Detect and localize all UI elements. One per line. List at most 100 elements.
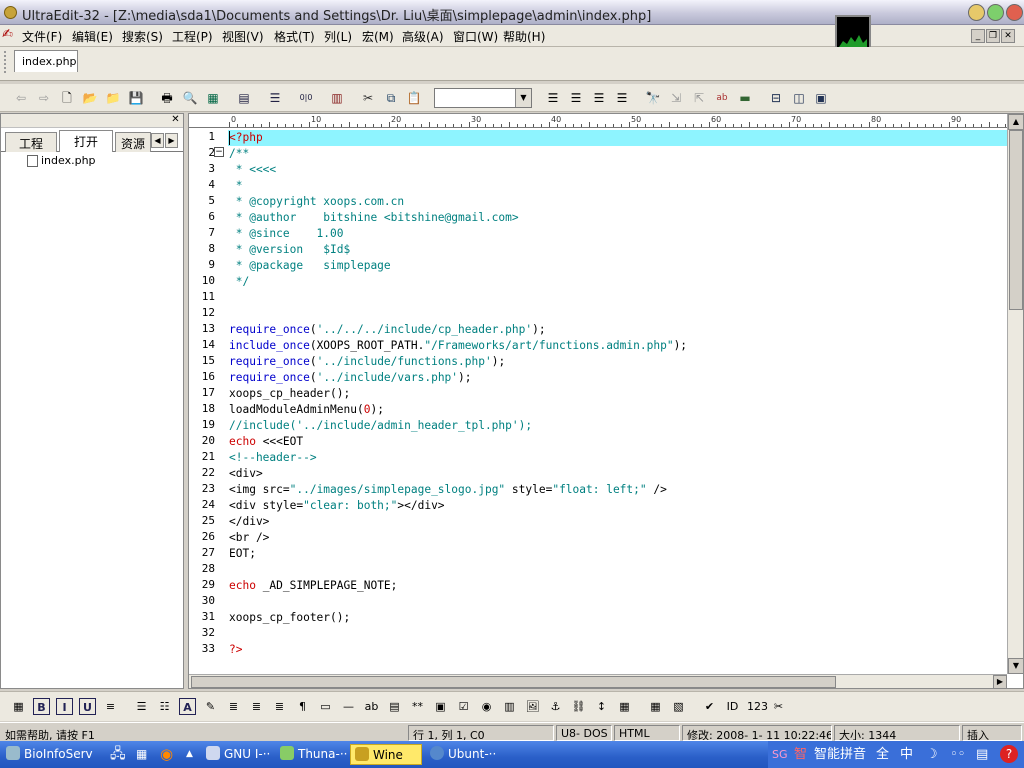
code-line[interactable]: * @package simplepage — [228, 258, 1007, 274]
table-icon[interactable]: ▦ — [647, 698, 664, 715]
align-left-icon[interactable]: ☰ — [544, 89, 562, 107]
scroll-down-icon[interactable]: ▼ — [1008, 658, 1024, 674]
frame-icon[interactable]: ▦ — [616, 698, 633, 715]
font-icon[interactable]: A — [179, 698, 196, 715]
horizontal-scrollbar[interactable]: ▶ — [189, 674, 1007, 689]
numbered-list-icon[interactable]: ☷ — [156, 698, 173, 715]
menu-format[interactable]: 格式(T) — [274, 28, 315, 45]
tab-explorer[interactable]: 资源管 — [115, 132, 151, 152]
code-line[interactable]: <div style="clear: both;"></div> — [228, 498, 1007, 514]
code-line-current[interactable]: <?php — [228, 130, 1007, 146]
ultraedit-app-icon[interactable] — [4, 6, 17, 19]
minimize-icon[interactable] — [968, 4, 985, 21]
text-field-icon[interactable]: ab — [363, 698, 380, 715]
select-icon[interactable]: ▥ — [501, 698, 518, 715]
justify-icon[interactable]: ☰ — [613, 89, 631, 107]
tab-scroll-left-icon[interactable]: ◀ — [151, 133, 164, 148]
radio-icon[interactable]: ◉ — [478, 698, 495, 715]
horizontal-scroll-thumb[interactable] — [191, 676, 836, 688]
ime-brand-icon[interactable]: 智 — [794, 744, 807, 765]
find-icon[interactable]: 🔭 — [644, 89, 662, 107]
close-icon[interactable] — [1006, 4, 1023, 21]
vertical-scrollbar[interactable]: ▲ ▼ — [1007, 114, 1024, 674]
save-icon[interactable]: 💾 — [127, 89, 145, 107]
indent-icon[interactable]: ≡ — [102, 698, 119, 715]
code-line[interactable]: </div> — [228, 514, 1007, 530]
code-area[interactable]: <?php /** * <<<< * * @copyright xoops.com… — [228, 129, 1007, 674]
quicklaunch-expand-icon[interactable]: ▲ — [182, 744, 198, 765]
network-icon[interactable]: 🖧 — [106, 744, 130, 765]
code-line[interactable]: loadModuleAdminMenu(0); — [228, 402, 1007, 418]
panel-close-icon[interactable]: ✕ — [170, 115, 181, 126]
code-line[interactable]: <div> — [228, 466, 1007, 482]
mdi-restore-icon[interactable]: ❐ — [986, 29, 1000, 43]
textarea-icon[interactable]: ▤ — [386, 698, 403, 715]
vertical-scroll-thumb[interactable] — [1009, 130, 1023, 310]
menu-help[interactable]: 帮助(H) — [503, 28, 545, 45]
tab-scroll-right-icon[interactable]: ▶ — [165, 133, 178, 148]
menu-project[interactable]: 工程(P) — [172, 28, 213, 45]
menu-column[interactable]: 列(L) — [324, 28, 352, 45]
menu-file[interactable]: 文件(F) — [22, 28, 62, 45]
chevron-down-icon[interactable]: ▼ — [515, 89, 531, 107]
code-editor[interactable]: 0 10 20 30 40 50 60 70 80 90 1 2 3 4 5 6 7 8 9 10 11 12 13 14 1… — [188, 113, 1024, 689]
spell-check-icon[interactable]: ▦ — [204, 89, 222, 107]
tree-item-index-php[interactable]: index.php — [27, 154, 96, 167]
code-line[interactable]: <img src="../images/simplepage_slogo.jpg… — [228, 482, 1007, 498]
code-line[interactable]: * <<<< — [228, 162, 1007, 178]
code-line[interactable]: require_once('../../../include/cp_header… — [228, 322, 1007, 338]
print-icon[interactable]: 🖶 — [158, 89, 176, 107]
html-page-icon[interactable]: ▦ — [10, 698, 27, 715]
calculator-icon[interactable]: ▦ — [132, 744, 154, 765]
link-icon[interactable]: ⛓ — [570, 698, 587, 715]
hex-icon[interactable]: 0|0 — [297, 89, 315, 107]
task-gnu[interactable]: GNU I-·· — [202, 744, 272, 765]
open-icon[interactable]: 📂 — [81, 89, 99, 107]
code-line[interactable]: require_once('../include/vars.php'); — [228, 370, 1007, 386]
code-line[interactable]: //include('../include/admin_header_tpl.p… — [228, 418, 1007, 434]
align-right-tag-icon[interactable]: ≣ — [271, 698, 288, 715]
font-combo[interactable]: ▼ — [434, 88, 532, 108]
forward-icon[interactable]: ⇨ — [35, 89, 53, 107]
menu-advanced[interactable]: 高级(A) — [402, 28, 444, 45]
numbers-icon[interactable]: 123 — [747, 698, 768, 715]
split-vertical-icon[interactable]: ◫ — [790, 89, 808, 107]
new-file-icon[interactable]: 🗋 — [58, 89, 76, 107]
column-icon[interactable]: ▥ — [328, 89, 346, 107]
code-line[interactable]: <!--header--> — [228, 450, 1007, 466]
open-recent-icon[interactable]: 📁 — [104, 89, 122, 107]
code-line[interactable]: * @author bitshine <bitshine@gmail.com> — [228, 210, 1007, 226]
keyboard-icon[interactable]: ▤ — [976, 744, 988, 765]
copy-icon[interactable]: ⧉ — [382, 89, 400, 107]
code-line[interactable]: * @since 1.00 — [228, 226, 1007, 242]
split-horizontal-icon[interactable]: ⊟ — [767, 89, 785, 107]
tab-project[interactable]: 工程 — [5, 132, 57, 152]
task-bioinfoserv[interactable]: BioInfoServ — [2, 744, 102, 765]
hr-icon[interactable]: — — [340, 698, 357, 715]
code-line[interactable] — [228, 290, 1007, 306]
code-line[interactable]: xoops_cp_footer(); — [228, 610, 1007, 626]
spellcheck-icon[interactable]: ▬ — [736, 89, 754, 107]
paste-icon[interactable]: 📋 — [405, 89, 423, 107]
align-center-tag-icon[interactable]: ≣ — [248, 698, 265, 715]
code-line[interactable]: * @version $Id$ — [228, 242, 1007, 258]
file-tab-index-php[interactable]: index.php — [14, 50, 78, 72]
menu-search[interactable]: 搜索(S) — [122, 28, 163, 45]
code-line[interactable]: * — [228, 178, 1007, 194]
task-thunar[interactable]: Thuna-·· — [276, 744, 347, 765]
code-line[interactable]: echo <<<EOT — [228, 434, 1007, 450]
code-line[interactable]: require_once('../include/functions.php')… — [228, 354, 1007, 370]
code-line[interactable] — [228, 594, 1007, 610]
sort-icon[interactable]: ↕ — [593, 698, 610, 715]
password-icon[interactable]: ** — [409, 698, 426, 715]
code-line[interactable]: echo _AD_SIMPLEPAGE_NOTE; — [228, 578, 1007, 594]
page-icon[interactable]: ▤ — [235, 89, 253, 107]
find-prev-icon[interactable]: ⇱ — [690, 89, 708, 107]
replace-icon[interactable]: ab — [713, 89, 731, 107]
maximize-icon[interactable] — [987, 4, 1004, 21]
validate-icon[interactable]: ✔ — [701, 698, 718, 715]
image-icon[interactable]: 🖼 — [524, 698, 541, 715]
tabbar-grip[interactable] — [4, 51, 10, 73]
tab-open[interactable]: 打开 — [59, 130, 113, 152]
bullet-list-icon[interactable]: ☰ — [133, 698, 150, 715]
